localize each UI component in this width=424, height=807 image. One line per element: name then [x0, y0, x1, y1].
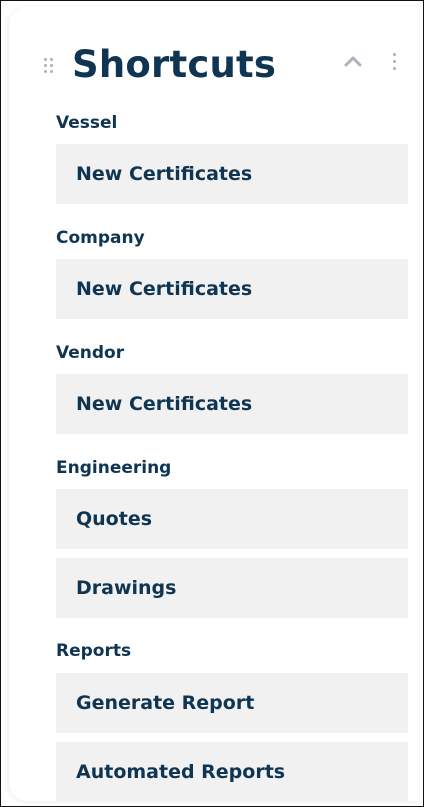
- shortcut-company-new-certificates[interactable]: New Certificates: [56, 259, 408, 319]
- chevron-up-icon[interactable]: [344, 55, 362, 67]
- window-frame: Shortcuts Vessel New Certificates Compan…: [0, 0, 424, 807]
- panel-title: Shortcuts: [72, 43, 277, 86]
- panel-header: Shortcuts: [9, 7, 419, 107]
- section-title-vendor: Vendor: [56, 343, 125, 363]
- shortcut-engineering-drawings[interactable]: Drawings: [56, 558, 408, 618]
- shortcut-reports-generate-report[interactable]: Generate Report: [56, 673, 408, 733]
- shortcut-vessel-new-certificates[interactable]: New Certificates: [56, 144, 408, 204]
- section-title-company: Company: [56, 228, 145, 248]
- shortcut-reports-automated-reports[interactable]: Automated Reports: [56, 742, 408, 801]
- kebab-menu-icon[interactable]: [392, 53, 398, 71]
- drag-handle-icon[interactable]: [44, 58, 56, 74]
- shortcut-engineering-quotes[interactable]: Quotes: [56, 489, 408, 549]
- section-title-vessel: Vessel: [56, 113, 118, 133]
- section-title-engineering: Engineering: [56, 458, 172, 478]
- shortcuts-panel: Shortcuts Vessel New Certificates Compan…: [9, 7, 419, 801]
- shortcut-vendor-new-certificates[interactable]: New Certificates: [56, 374, 408, 434]
- section-title-reports: Reports: [56, 641, 132, 661]
